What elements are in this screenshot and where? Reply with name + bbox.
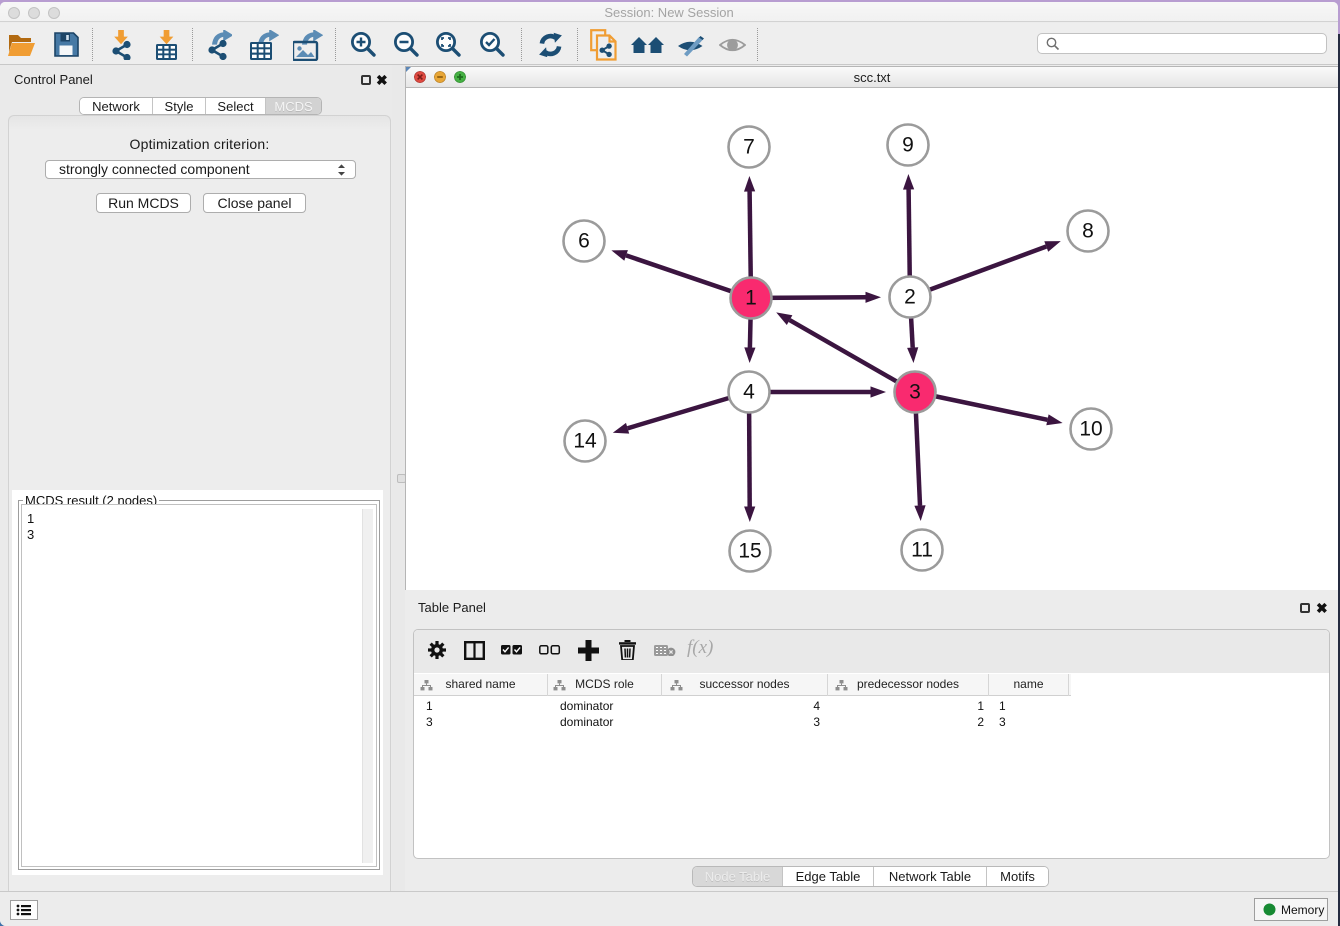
svg-text:9: 9 <box>902 134 914 157</box>
svg-text:8: 8 <box>1082 220 1094 243</box>
svg-text:14: 14 <box>573 430 597 453</box>
svg-text:7: 7 <box>743 136 755 159</box>
svg-text:2: 2 <box>904 286 916 309</box>
svg-text:11: 11 <box>911 539 933 562</box>
svg-text:10: 10 <box>1079 418 1102 441</box>
svg-text:1: 1 <box>745 287 757 310</box>
svg-text:15: 15 <box>738 540 761 563</box>
svg-text:6: 6 <box>578 230 590 253</box>
svg-text:3: 3 <box>909 381 921 404</box>
svg-text:4: 4 <box>743 381 755 404</box>
